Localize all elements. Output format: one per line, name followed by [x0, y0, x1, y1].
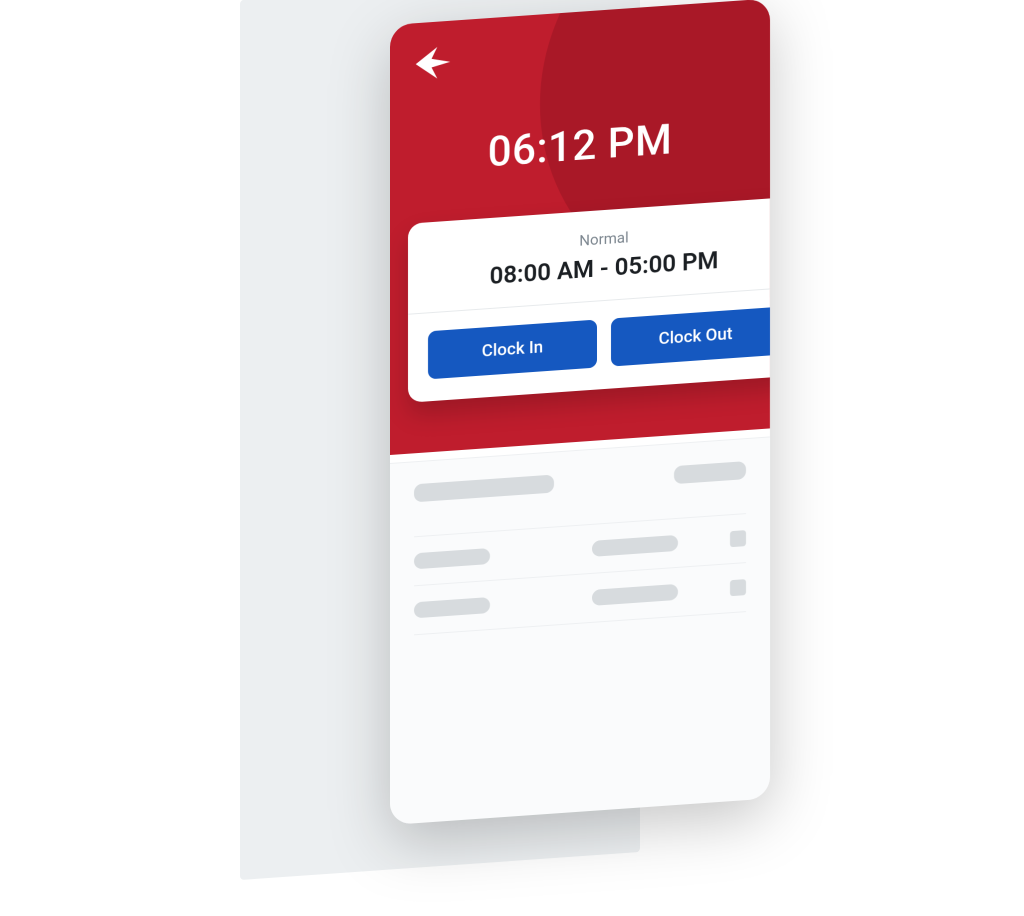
clock-in-button[interactable]: Clock In — [428, 320, 597, 380]
app-body: 06:12 PM Normal 08:00 AM - 05:00 PM Cloc… — [390, 0, 770, 825]
arrow-logo-icon — [410, 69, 456, 91]
placeholder-action — [674, 461, 746, 484]
placeholder-checkbox — [730, 579, 746, 596]
app-logo — [410, 38, 456, 87]
placeholder-text — [592, 584, 678, 606]
placeholder-text — [414, 597, 490, 618]
shift-card: Normal 08:00 AM - 05:00 PM Clock In Cloc… — [408, 196, 770, 402]
phone-frame: 06:12 PM Normal 08:00 AM - 05:00 PM Cloc… — [390, 0, 770, 825]
section-header — [414, 461, 746, 502]
placeholder-text — [592, 535, 678, 557]
clock-out-button[interactable]: Clock Out — [611, 307, 770, 367]
current-time: 06:12 PM — [410, 110, 750, 183]
placeholder-heading — [414, 475, 554, 503]
content-area — [390, 436, 770, 825]
placeholder-checkbox — [730, 530, 746, 547]
placeholder-text — [414, 548, 490, 569]
